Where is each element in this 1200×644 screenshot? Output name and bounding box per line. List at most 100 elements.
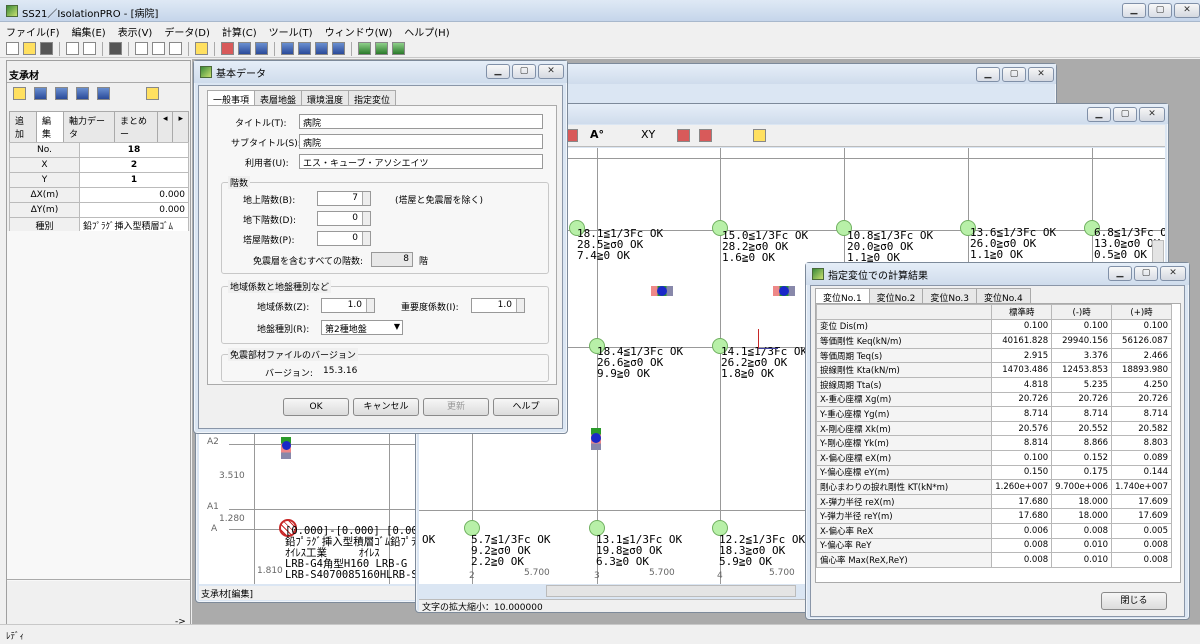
bearing-type-icon-3[interactable] [76,87,89,100]
new-icon[interactable] [6,42,19,55]
tab-axial[interactable]: 軸力データ [63,111,115,142]
minimize-button[interactable]: ▁ [1122,3,1146,18]
stress-help-icon[interactable] [753,129,766,142]
stress-close-button[interactable]: ✕ [1139,107,1165,122]
data-icon[interactable] [221,42,234,55]
user-field[interactable]: エス・キューブ・アソシエイツ [299,154,543,169]
building-icon-3[interactable] [392,42,405,55]
stress-tool-icon-3[interactable] [699,129,712,142]
paste-icon[interactable] [169,42,182,55]
menu-edit[interactable]: 編集(E) [72,24,106,39]
cancel-button[interactable]: キャンセル [353,398,419,416]
menu-window[interactable]: ウィンドウ(W) [325,24,393,39]
help-button[interactable]: ヘルプ [493,398,559,416]
bearing-annotation: [0.000]-[0.000] [0.00 鉛ﾌﾟﾗｸﾞ挿入型積層ｺﾞﾑ鉛ﾌﾟﾗ… [285,525,418,581]
bearing-type-icon-4[interactable] [97,87,110,100]
soil-select[interactable]: 第2種地盤 ▼ [321,320,403,335]
subtitle-field[interactable]: 病院 [299,134,543,149]
result-value: 20.582 [1111,420,1172,437]
property-row[interactable]: ΔX(m) 0.000 [9,187,189,203]
property-row[interactable]: No. 18 [9,142,189,158]
property-value[interactable]: 0.000 [79,187,189,203]
check-icon[interactable] [255,42,268,55]
tab-scroll-left[interactable]: ◂ [156,111,174,142]
basic-max-button[interactable]: ▢ [512,64,536,79]
result-value: 8.866 [1051,435,1113,451]
property-value[interactable]: 0.000 [79,202,189,218]
building-icon-2[interactable] [375,42,388,55]
property-row[interactable]: X2 [9,157,189,173]
axis-label-button[interactable]: XY [641,128,655,141]
status-text: ﾚﾃﾞｨ [6,632,25,642]
stress-tool-icon-2[interactable] [677,129,690,142]
axis-label-4: 4 [717,571,723,581]
beam-icon-4[interactable] [332,42,345,55]
beam-icon-1[interactable] [281,42,294,55]
table-icon[interactable] [238,42,251,55]
result-close-button[interactable]: ✕ [1160,266,1186,281]
ok-button[interactable]: OK [283,398,349,416]
result-header-cell: (+)時 [1111,304,1172,320]
property-row[interactable]: ΔY(m) 0.000 [9,202,189,218]
undo-icon[interactable] [66,42,79,55]
building-icon-1[interactable] [358,42,371,55]
cut-icon[interactable] [135,42,148,55]
menu-tool[interactable]: ツール(T) [269,24,313,39]
maximize-button[interactable]: ▢ [1148,3,1172,18]
plan-max-button[interactable]: ▢ [1002,67,1026,82]
update-button[interactable]: 更新 [423,398,489,416]
result-max-button[interactable]: ▢ [1134,266,1158,281]
bearing-mark-3-dot[interactable] [591,433,601,443]
result-row: Y-重心座標 Yg(m) 8.714 8.714 8.714 [816,406,1172,422]
above-floors-field[interactable]: 7 [317,191,371,206]
property-value[interactable]: 2 [79,157,189,173]
font-size-button[interactable]: A° [590,128,604,141]
close-button[interactable]: ✕ [1174,3,1200,18]
bearing-type-icon-2[interactable] [55,87,68,100]
save-icon[interactable] [40,42,53,55]
plan-canvas[interactable]: A2 3.510 A1 1.280 A 1.810 [0.000]-[0.000… [199,434,419,584]
panel-help-icon[interactable] [146,87,159,100]
menu-file[interactable]: ファイル(F) [6,24,60,39]
menu-data[interactable]: データ(D) [164,24,210,39]
close-dialog-button[interactable]: 閉じる [1101,592,1167,610]
bearing-type-icon-1[interactable] [34,87,47,100]
stress-hscrollbar[interactable] [546,585,796,597]
bearing-marker-selected[interactable] [282,441,291,450]
result-value: 17.680 [991,493,1053,510]
help-icon[interactable] [195,42,208,55]
below-floors-field[interactable]: 0 [317,211,371,226]
stress-min-button[interactable]: ▁ [1087,107,1111,122]
result-min-button[interactable]: ▁ [1108,266,1132,281]
basic-close-button[interactable]: ✕ [538,64,564,79]
tab-summary[interactable]: まとめー [113,111,158,142]
copy-icon[interactable] [152,42,165,55]
tab-edit[interactable]: 編集 [36,111,64,142]
property-row[interactable]: Y1 [9,172,189,188]
plan-min-button[interactable]: ▁ [976,67,1000,82]
bearing-mark-2-dot[interactable] [779,286,789,296]
beam-icon-3[interactable] [315,42,328,55]
result-value: 3.376 [1051,347,1113,364]
tower-floors-field[interactable]: 0 [317,231,371,246]
zone-field[interactable]: 1.0 [321,298,375,313]
menu-view[interactable]: 表示(V) [118,24,153,39]
tab-add[interactable]: 追加 [9,111,37,142]
plan-close-button[interactable]: ✕ [1028,67,1054,82]
beam-icon-2[interactable] [298,42,311,55]
bearing-mark-1-dot[interactable] [657,286,667,296]
menu-calc[interactable]: 計算(C) [222,24,257,39]
property-value[interactable]: 18 [79,142,189,158]
title-field[interactable]: 病院 [299,114,543,129]
redo-icon[interactable] [83,42,96,55]
basic-min-button[interactable]: ▁ [486,64,510,79]
importance-field[interactable]: 1.0 [471,298,525,313]
add-bearing-icon[interactable] [13,87,26,100]
open-icon[interactable] [23,42,36,55]
tab-scroll-right[interactable]: ▸ [172,111,190,142]
stress-max-button[interactable]: ▢ [1113,107,1137,122]
property-value[interactable]: 1 [79,172,189,188]
menu-help[interactable]: ヘルプ(H) [404,24,449,39]
tower-label: 塔屋階数(P): [243,236,295,246]
print-icon[interactable] [109,42,122,55]
